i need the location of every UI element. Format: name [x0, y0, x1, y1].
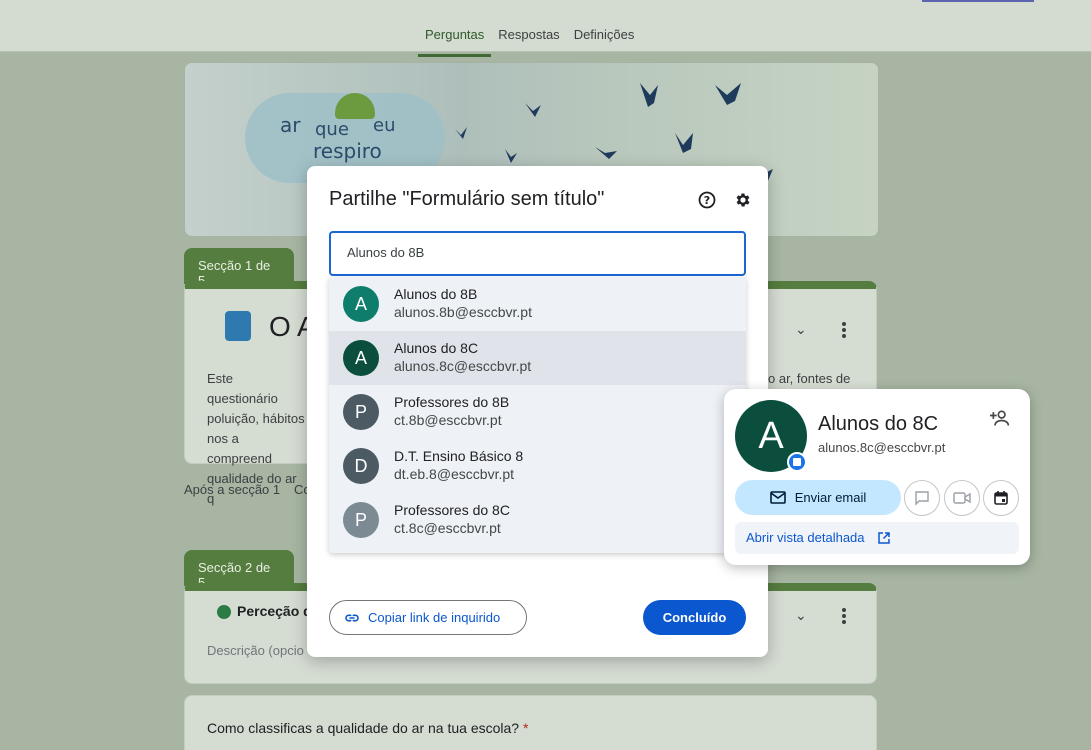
- section-2-icon: [217, 605, 231, 619]
- suggestion-name: Professores do 8B: [394, 394, 510, 410]
- suggestion-name: Alunos do 8C: [394, 340, 479, 356]
- add-people-input[interactable]: [347, 245, 727, 260]
- form-top-bar: Perguntas Respostas Definições: [0, 0, 1091, 57]
- add-people-field[interactable]: [329, 231, 746, 276]
- suggestion-email: ct.8c@esccbvr.pt: [394, 520, 501, 536]
- suggestion-item[interactable]: A Alunos do 8C alunos.8c@esccbvr.pt: [329, 331, 746, 385]
- suggestion-email: alunos.8b@esccbvr.pt: [394, 304, 532, 320]
- more-options-icon[interactable]: [842, 608, 846, 624]
- chat-icon: [915, 491, 929, 506]
- video-call-button[interactable]: [944, 480, 980, 516]
- svg-text:?: ?: [704, 194, 710, 207]
- question-text: Como classificas a qualidade do ar na tu…: [207, 720, 520, 736]
- tab-settings[interactable]: Definições: [567, 24, 642, 57]
- open-detailed-view-label: Abrir vista detalhada: [746, 530, 865, 545]
- open-detailed-view-link[interactable]: Abrir vista detalhada: [735, 522, 1019, 554]
- suggestion-item[interactable]: P Professores do 8B ct.8b@esccbvr.pt: [329, 385, 746, 439]
- suggestion-name: D.T. Ensino Básico 8: [394, 448, 524, 464]
- avatar: P: [343, 394, 379, 430]
- help-icon[interactable]: ?: [695, 188, 719, 212]
- avatar: A: [343, 286, 379, 322]
- avatar: A: [343, 340, 379, 376]
- suggestion-email: alunos.8c@esccbvr.pt: [394, 358, 532, 374]
- account-indicator: [922, 0, 1034, 2]
- contact-name: Alunos do 8C: [818, 413, 939, 435]
- suggestion-name: Alunos do 8B: [394, 286, 478, 302]
- video-icon: [953, 492, 971, 504]
- calendar-icon: [994, 491, 1008, 505]
- schedule-button[interactable]: [983, 480, 1019, 516]
- section-1-description-right: o ar, fontes de: [768, 371, 851, 386]
- suggestion-email: dt.eb.8@esccbvr.pt: [394, 466, 515, 482]
- suggestion-email: ct.8b@esccbvr.pt: [394, 412, 502, 428]
- tab-responses[interactable]: Respostas: [491, 24, 566, 57]
- contact-hover-card: A Alunos do 8C alunos.8c@esccbvr.pt Envi…: [724, 389, 1030, 565]
- collapse-icon[interactable]: ⌄: [795, 321, 807, 338]
- chat-button[interactable]: [904, 480, 940, 516]
- suggestion-item[interactable]: D D.T. Ensino Básico 8 dt.eb.8@esccbvr.p…: [329, 439, 746, 493]
- dialog-title: Partilhe "Formulário sem título": [329, 188, 605, 210]
- suggestion-list: A Alunos do 8B alunos.8b@esccbvr.pt A Al…: [329, 277, 746, 553]
- open-in-new-icon: [878, 532, 890, 544]
- section-2-tab: Secção 2 de 5: [184, 550, 294, 590]
- tab-questions[interactable]: Perguntas: [418, 24, 492, 57]
- collapse-icon[interactable]: ⌄: [795, 607, 807, 624]
- more-options-icon[interactable]: [842, 322, 846, 338]
- suggestion-item[interactable]: A Alunos do 8B alunos.8b@esccbvr.pt: [329, 277, 746, 331]
- question-card[interactable]: Como classificas a qualidade do ar na tu…: [184, 695, 877, 750]
- done-button[interactable]: Concluído: [643, 600, 746, 635]
- contact-email: alunos.8c@esccbvr.pt: [818, 440, 946, 455]
- share-dialog: Partilhe "Formulário sem título" ? A Alu…: [307, 166, 768, 657]
- mail-icon: [769, 491, 786, 504]
- section-2-title: Perceção d: [237, 603, 312, 619]
- avatar: P: [343, 502, 379, 538]
- section-1-tab: Secção 1 de 5: [184, 248, 294, 288]
- avatar: D: [343, 448, 379, 484]
- suggestion-item[interactable]: P Professores do 8C ct.8c@esccbvr.pt: [329, 493, 746, 547]
- send-email-button[interactable]: Enviar email: [735, 480, 901, 515]
- section-2-description[interactable]: Descrição (opcio: [207, 641, 304, 661]
- add-person-icon[interactable]: [990, 409, 1010, 432]
- copy-link-label: Copiar link de inquirido: [368, 610, 501, 625]
- suggestion-name: Professores do 8C: [394, 502, 510, 518]
- send-email-label: Enviar email: [794, 490, 867, 505]
- group-badge-icon: [787, 452, 807, 472]
- link-icon: [345, 614, 359, 621]
- copy-link-button[interactable]: Copiar link de inquirido: [329, 600, 527, 635]
- after-section-label: Após a secção 1: [184, 482, 281, 497]
- gear-icon[interactable]: [731, 188, 755, 212]
- form-logo-icon: [225, 311, 251, 341]
- editor-tabs: Perguntas Respostas Definições: [418, 24, 641, 57]
- required-mark: *: [522, 720, 529, 736]
